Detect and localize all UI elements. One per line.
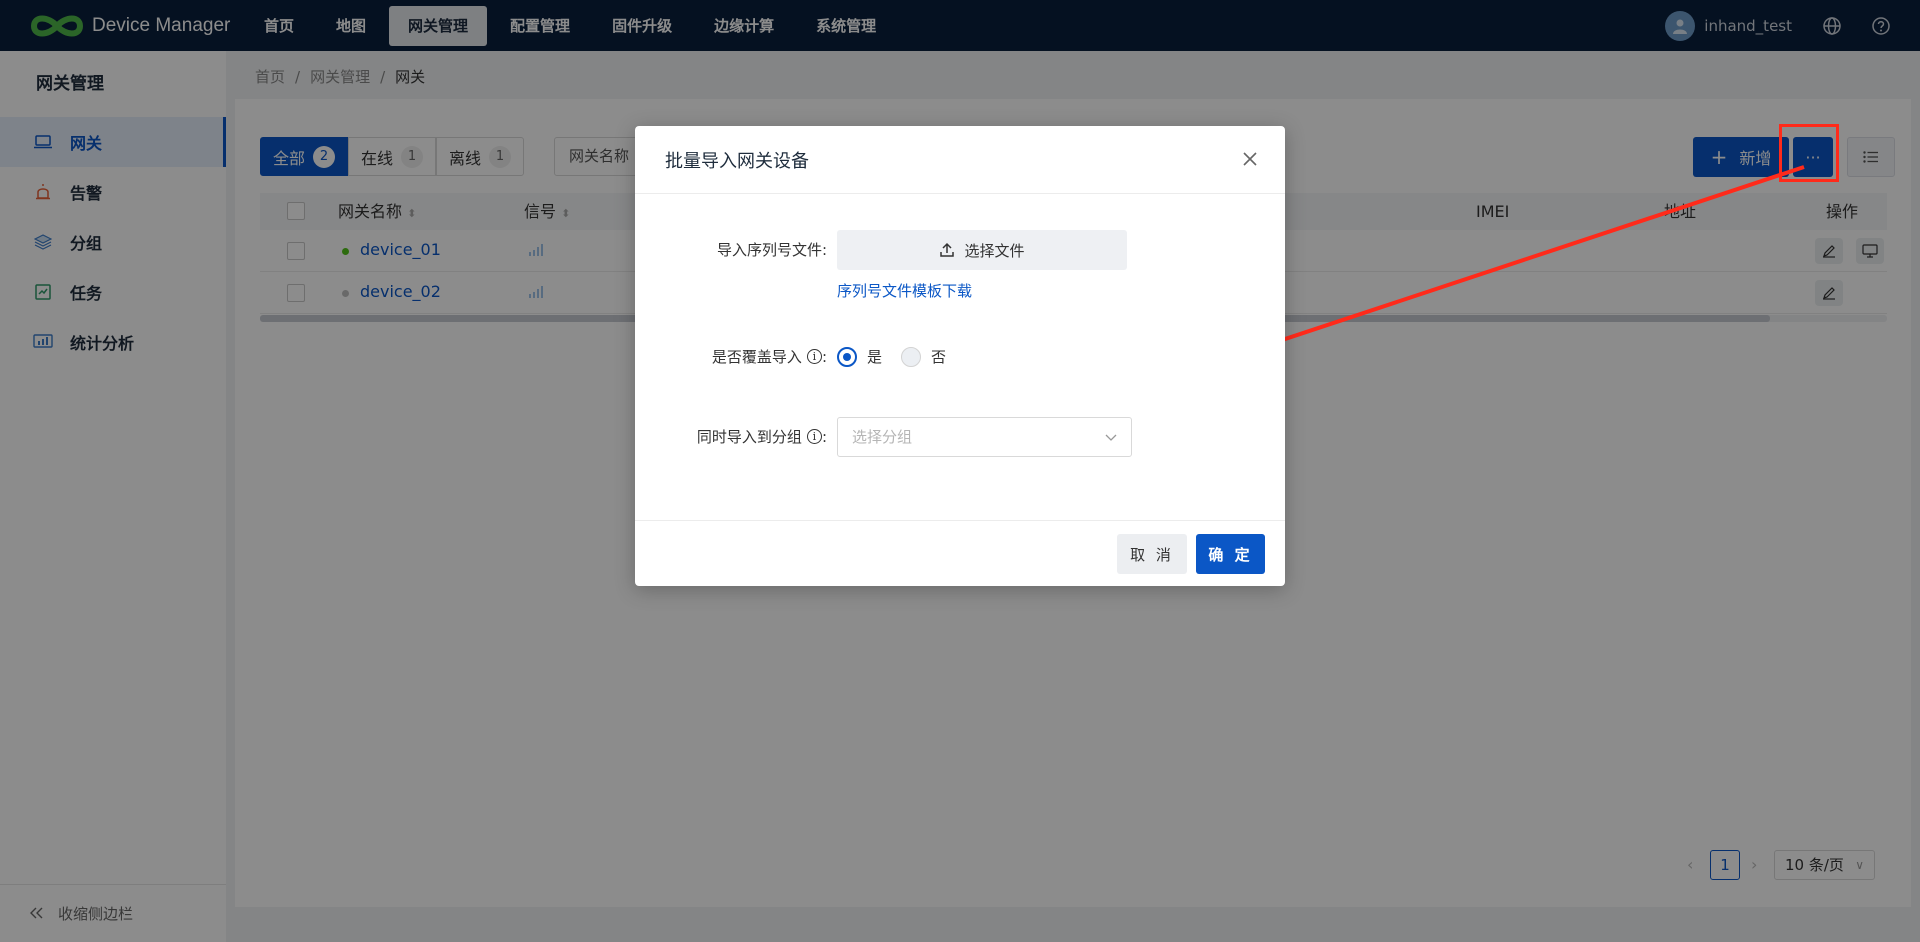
chevron-down-icon bbox=[1105, 434, 1117, 441]
group-label: 同时导入到分组 i : bbox=[696, 427, 827, 447]
radio-label: 是 bbox=[867, 348, 883, 366]
group-select-placeholder: 选择分组 bbox=[852, 428, 913, 446]
close-icon[interactable] bbox=[1241, 150, 1259, 168]
upload-icon bbox=[940, 242, 955, 257]
file-label: 导入序列号文件: bbox=[716, 241, 827, 259]
cancel-button[interactable]: 取 消 bbox=[1117, 534, 1187, 574]
modal-header: 批量导入网关设备 bbox=[635, 126, 1285, 194]
radio-unchecked-icon bbox=[901, 346, 921, 367]
overwrite-yes-radio[interactable]: 是 bbox=[837, 346, 882, 367]
group-select[interactable]: 选择分组 bbox=[837, 417, 1132, 457]
overwrite-no-radio[interactable]: 否 bbox=[901, 346, 946, 367]
radio-label: 否 bbox=[931, 348, 947, 366]
modal-title: 批量导入网关设备 bbox=[665, 150, 809, 172]
template-download-link[interactable]: 序列号文件模板下载 bbox=[837, 280, 972, 301]
radio-checked-icon bbox=[837, 346, 857, 367]
info-icon[interactable]: i bbox=[806, 429, 822, 444]
info-icon[interactable]: i bbox=[806, 349, 822, 364]
choose-file-label: 选择文件 bbox=[964, 241, 1025, 260]
annotation-highlight-box bbox=[1779, 124, 1839, 182]
batch-import-modal: 批量导入网关设备 导入序列号文件: 选择文件 序列号文件模板下载 是否覆盖导入 … bbox=[635, 126, 1285, 586]
modal-footer bbox=[635, 520, 1285, 586]
choose-file-button[interactable]: 选择文件 bbox=[837, 230, 1127, 270]
confirm-button[interactable]: 确 定 bbox=[1196, 534, 1265, 574]
overwrite-label: 是否覆盖导入 i : bbox=[711, 347, 827, 367]
